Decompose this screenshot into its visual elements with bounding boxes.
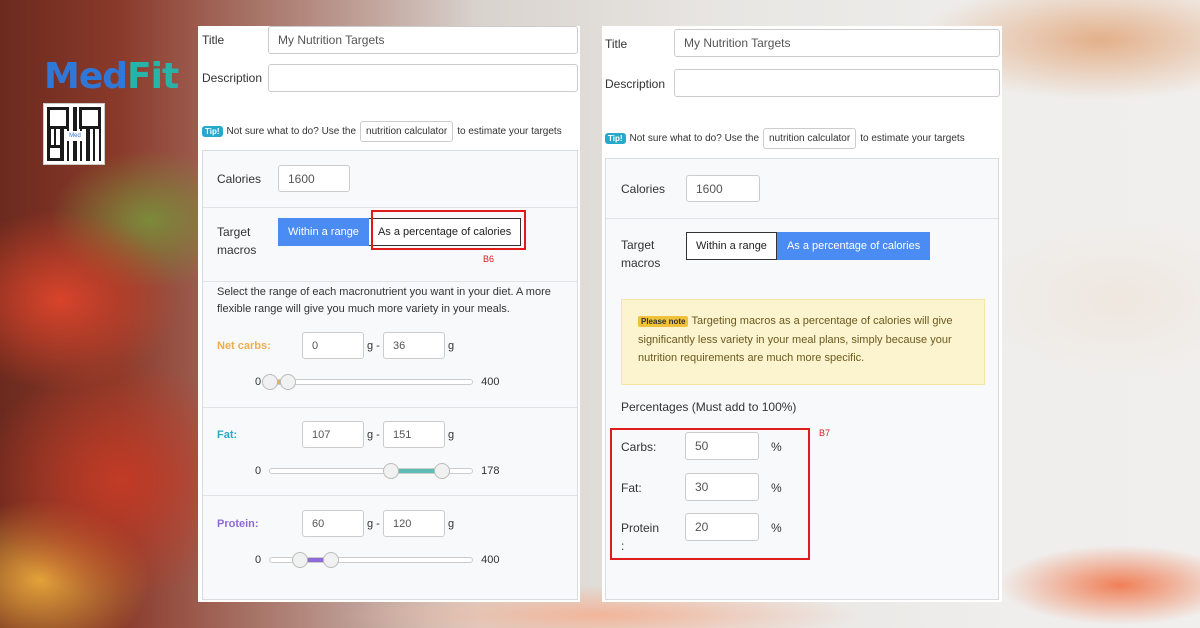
calories-input[interactable]: 1600 xyxy=(278,165,350,192)
target-macros-label: Target xyxy=(621,238,655,252)
slider-min-label: 0 xyxy=(255,554,262,566)
logo-med-text: Med xyxy=(44,56,128,97)
slider-min-label: 0 xyxy=(255,465,262,477)
title-label: Title xyxy=(605,37,628,51)
left-panel-range-mode: Title My Nutrition Targets Description T… xyxy=(198,26,580,602)
range-instructions: Select the range of each macronutrient y… xyxy=(217,286,551,315)
fat-sep: g - xyxy=(367,429,380,441)
within-range-button[interactable]: Within a range xyxy=(278,218,369,246)
divider xyxy=(203,281,577,282)
description-label: Description xyxy=(202,71,263,85)
percentage-button[interactable]: As a percentage of calories xyxy=(776,232,931,260)
net-carbs-min-input[interactable]: 0 xyxy=(302,332,364,359)
nutrition-calculator-button[interactable]: nutrition calculator xyxy=(763,127,857,149)
please-note-alert: Please note Targeting macros as a percent… xyxy=(621,299,985,385)
slider-track[interactable] xyxy=(269,463,474,479)
calories-label: Calories xyxy=(621,182,666,196)
fat-max-input[interactable]: 151 xyxy=(383,421,445,448)
nutrition-calculator-button[interactable]: nutrition calculator xyxy=(360,120,454,142)
medfit-logo: MedFit xyxy=(44,56,179,97)
slider-max-label: 178 xyxy=(481,465,500,477)
divider xyxy=(606,218,998,219)
fat-unit: g xyxy=(448,429,455,441)
protein-label: Protein: xyxy=(217,518,259,530)
fat-label: Fat: xyxy=(217,429,238,441)
tip-badge: Tip! xyxy=(605,132,626,144)
net-carbs-label: Net carbs: xyxy=(217,340,271,352)
protein-slider: 0 400 xyxy=(255,552,500,568)
divider xyxy=(203,407,577,408)
protein-unit: g xyxy=(448,518,455,530)
tip-badge: Tip! xyxy=(202,125,223,137)
slider-high-handle[interactable] xyxy=(433,463,450,479)
annotation-b7: B7 xyxy=(819,428,831,438)
qr-label: Med xyxy=(65,131,85,141)
description-input[interactable] xyxy=(268,64,578,92)
slider-track[interactable] xyxy=(262,374,474,390)
slider-low-handle[interactable] xyxy=(292,552,309,568)
tip-line: Tip! Not sure what to do? Use the nutrit… xyxy=(605,127,965,149)
highlight-box-b7 xyxy=(610,428,810,560)
calories-input[interactable]: 1600 xyxy=(686,175,760,202)
target-macros-label-2: macros xyxy=(621,256,661,270)
divider xyxy=(203,495,577,496)
net-carbs-max-input[interactable]: 36 xyxy=(383,332,445,359)
percentages-heading: Percentages (Must add to 100%) xyxy=(621,400,797,414)
protein-min-input[interactable]: 60 xyxy=(302,510,364,537)
tip-text-after: to estimate your targets xyxy=(860,132,965,144)
tip-line: Tip! Not sure what to do? Use the nutrit… xyxy=(202,120,562,142)
slider-min-label: 0 xyxy=(255,376,262,388)
divider xyxy=(203,207,577,208)
tip-text-after: to estimate your targets xyxy=(457,125,562,137)
target-macros-label-2: macros xyxy=(217,243,257,257)
slider-low-handle[interactable] xyxy=(383,463,400,479)
tip-text-before: Not sure what to do? Use the xyxy=(226,125,357,137)
title-input[interactable]: My Nutrition Targets xyxy=(268,26,578,54)
slider-high-handle[interactable] xyxy=(280,374,297,390)
highlight-box-b6 xyxy=(371,210,526,250)
calories-label: Calories xyxy=(217,172,262,186)
please-note-badge: Please note xyxy=(638,316,689,327)
annotation-b6: B6 xyxy=(483,254,495,264)
logo-fit-text: Fit xyxy=(127,56,179,97)
net-carbs-unit: g xyxy=(448,340,455,352)
target-macros-label: Target xyxy=(217,225,251,239)
qr-corner xyxy=(47,145,63,161)
title-label: Title xyxy=(202,33,225,47)
fat-slider: 0 178 xyxy=(255,463,500,479)
right-panel-percentage-mode: Title My Nutrition Targets Description T… xyxy=(602,26,1002,602)
within-range-button[interactable]: Within a range xyxy=(686,232,777,260)
net-carbs-slider: 0 400 xyxy=(255,374,500,390)
slider-max-label: 400 xyxy=(481,554,500,566)
title-input[interactable]: My Nutrition Targets xyxy=(674,29,1000,57)
slider-high-handle[interactable] xyxy=(322,552,339,568)
blurred-background xyxy=(0,0,1200,628)
description-input[interactable] xyxy=(674,69,1000,97)
tip-text-before: Not sure what to do? Use the xyxy=(629,132,760,144)
fat-min-input[interactable]: 107 xyxy=(302,421,364,448)
slider-track[interactable] xyxy=(269,552,474,568)
macro-mode-toggle: Within a range As a percentage of calori… xyxy=(686,232,931,260)
protein-max-input[interactable]: 120 xyxy=(383,510,445,537)
protein-sep: g - xyxy=(367,518,380,530)
slider-max-label: 400 xyxy=(481,376,500,388)
description-label: Description xyxy=(605,77,666,91)
net-carbs-sep: g - xyxy=(367,340,380,352)
slider-low-handle[interactable] xyxy=(262,374,279,390)
qr-code: Med xyxy=(43,103,105,165)
